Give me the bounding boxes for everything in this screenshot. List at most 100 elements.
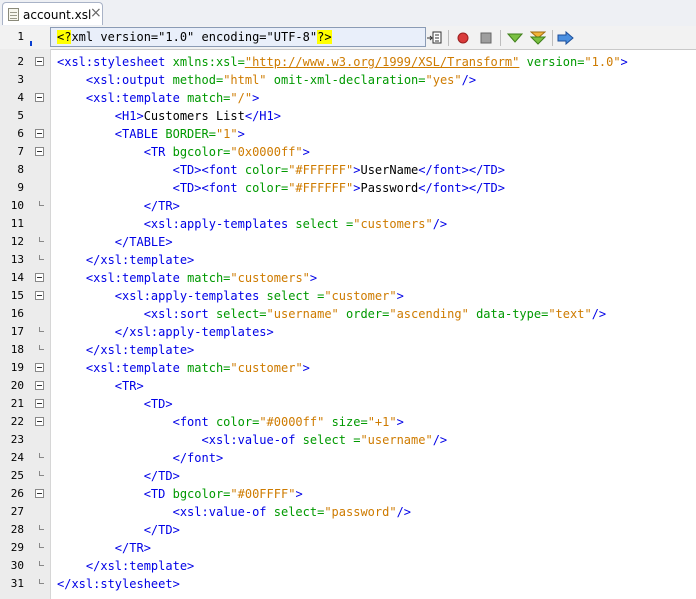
code-token-tag: /> — [396, 505, 412, 519]
code-line[interactable]: <xsl:value-of select ="username"/> — [57, 431, 448, 449]
code-line[interactable]: <TD><font color="#FFFFFF">Password</font… — [57, 179, 505, 197]
tab-label: account.xsl — [23, 8, 92, 22]
line-number: 26 — [10, 487, 24, 500]
code-line[interactable]: <xsl:sort select="username" order="ascen… — [57, 305, 606, 323]
fold-collapse-icon[interactable] — [35, 417, 44, 426]
code-token-val: "#FFFFFF" — [288, 163, 354, 177]
code-token-tag: </TR> — [143, 199, 180, 213]
next-bookmark-icon[interactable] — [529, 26, 547, 49]
code-token-tag: /> — [432, 433, 448, 447]
line-number: 13 — [10, 253, 24, 266]
code-token-attr: match= — [187, 271, 231, 285]
code-line[interactable]: <?xml version="1.0" encoding="UTF-8"?> — [57, 28, 332, 46]
fold-collapse-icon[interactable] — [35, 291, 44, 300]
fold-collapse-icon[interactable] — [35, 489, 44, 498]
code-line[interactable]: <xsl:value-of select="password"/> — [57, 503, 411, 521]
code-token-tag: <TR> — [114, 379, 144, 393]
code-line[interactable]: <TABLE BORDER="1"> — [57, 125, 245, 143]
code-line[interactable]: </xsl:template> — [57, 341, 194, 359]
record-macro-icon[interactable] — [454, 26, 472, 49]
next-error-icon[interactable] — [506, 26, 524, 49]
code-token-attr: color= — [244, 163, 289, 177]
fold-collapse-icon[interactable] — [35, 273, 44, 282]
line-number: 7 — [17, 145, 24, 158]
fold-collapse-icon[interactable] — [35, 363, 44, 372]
code-line[interactable]: </TR> — [57, 197, 180, 215]
code-token-tag: <TABLE — [114, 127, 166, 141]
code-line[interactable]: </TABLE> — [57, 233, 173, 251]
fold-end-marker — [39, 237, 44, 242]
code-token-tag: <H1> — [114, 109, 144, 123]
code-line[interactable]: </TD> — [57, 467, 180, 485]
code-token-attr: data-type= — [468, 307, 549, 321]
editor-tab-bar: account.xsl × — [0, 0, 696, 27]
line-number: 24 — [10, 451, 24, 464]
code-token-tag: <TD><font — [172, 163, 245, 177]
close-tab-icon[interactable]: × — [90, 6, 102, 20]
code-token-attr: bgcolor= — [172, 487, 231, 501]
code-token-tag: </TD> — [143, 523, 180, 537]
code-line[interactable]: </xsl:apply-templates> — [57, 323, 274, 341]
fold-collapse-icon[interactable] — [35, 57, 44, 66]
code-token-val: "username" — [266, 307, 339, 321]
code-line[interactable]: <xsl:stylesheet xmlns:xsl="http://www.w3… — [57, 53, 628, 71]
code-line[interactable]: </xsl:stylesheet> — [57, 575, 180, 593]
code-line[interactable]: </TR> — [57, 539, 151, 557]
fold-end-marker — [39, 525, 44, 530]
code-token-plain: xml version="1.0" encoding="UTF-8" — [71, 30, 318, 44]
code-token-attr: omit-xml-declaration= — [266, 73, 426, 87]
code-token-attr: select= — [215, 307, 267, 321]
line-number: 6 — [17, 127, 24, 140]
code-line[interactable]: <TD bgcolor="#00FFFF"> — [57, 485, 303, 503]
tab-account-xsl[interactable]: account.xsl × — [2, 2, 103, 25]
fold-collapse-icon[interactable] — [35, 399, 44, 408]
code-token-tag: > — [396, 415, 404, 429]
code-token-tag: > — [396, 289, 404, 303]
code-token-attr: BORDER= — [165, 127, 216, 141]
code-line[interactable]: <xsl:output method="html" omit-xml-decla… — [57, 71, 476, 89]
code-line[interactable]: </TD> — [57, 521, 180, 539]
fold-end-marker — [39, 255, 44, 260]
fold-collapse-icon[interactable] — [35, 129, 44, 138]
code-token-val: "yes" — [425, 73, 462, 87]
code-token-val: "/" — [230, 91, 253, 105]
code-token-attr: select = — [302, 433, 361, 447]
code-line[interactable]: </font> — [57, 449, 224, 467]
code-token-pi: <? — [57, 30, 72, 44]
code-line[interactable]: <H1>Customers List</H1> — [57, 107, 281, 125]
code-line[interactable]: <font color="#0000ff" size="+1"> — [57, 413, 404, 431]
stop-macro-icon[interactable] — [477, 26, 495, 49]
code-token-text: Customers List — [143, 109, 245, 123]
fold-end-marker — [39, 327, 44, 332]
code-token-tag: > — [302, 145, 310, 159]
fold-collapse-icon[interactable] — [35, 381, 44, 390]
text-caret — [30, 41, 32, 46]
code-line[interactable]: </xsl:template> — [57, 251, 194, 269]
fold-end-marker — [39, 561, 44, 566]
run-xslt-icon[interactable] — [556, 26, 576, 49]
code-line[interactable]: <xsl:template match="customers"> — [57, 269, 317, 287]
code-token-val: "#0000ff" — [259, 415, 325, 429]
code-line[interactable]: <TD><font color="#FFFFFF">UserName</font… — [57, 161, 505, 179]
import-icon[interactable] — [426, 26, 444, 49]
line-number: 19 — [10, 361, 24, 374]
code-token-tag: <TR — [143, 145, 173, 159]
code-line[interactable]: <xsl:apply-templates select ="customers"… — [57, 215, 447, 233]
code-line[interactable]: <xsl:template match="/"> — [57, 89, 259, 107]
line-number: 2 — [17, 55, 24, 68]
code-line[interactable]: <xsl:apply-templates select ="customer"> — [57, 287, 404, 305]
code-line[interactable]: <TR bgcolor="0x0000ff"> — [57, 143, 310, 161]
code-line[interactable]: <xsl:template match="customer"> — [57, 359, 310, 377]
code-line[interactable]: <TD> — [57, 395, 173, 413]
code-line[interactable]: <TR> — [57, 377, 144, 395]
fold-collapse-icon[interactable] — [35, 147, 44, 156]
fold-collapse-icon[interactable] — [35, 93, 44, 102]
code-token-tag: > — [252, 91, 260, 105]
code-token-pi: ?> — [317, 30, 332, 44]
code-token-tag: </xsl:stylesheet> — [57, 577, 180, 591]
code-line[interactable]: </xsl:template> — [57, 557, 194, 575]
